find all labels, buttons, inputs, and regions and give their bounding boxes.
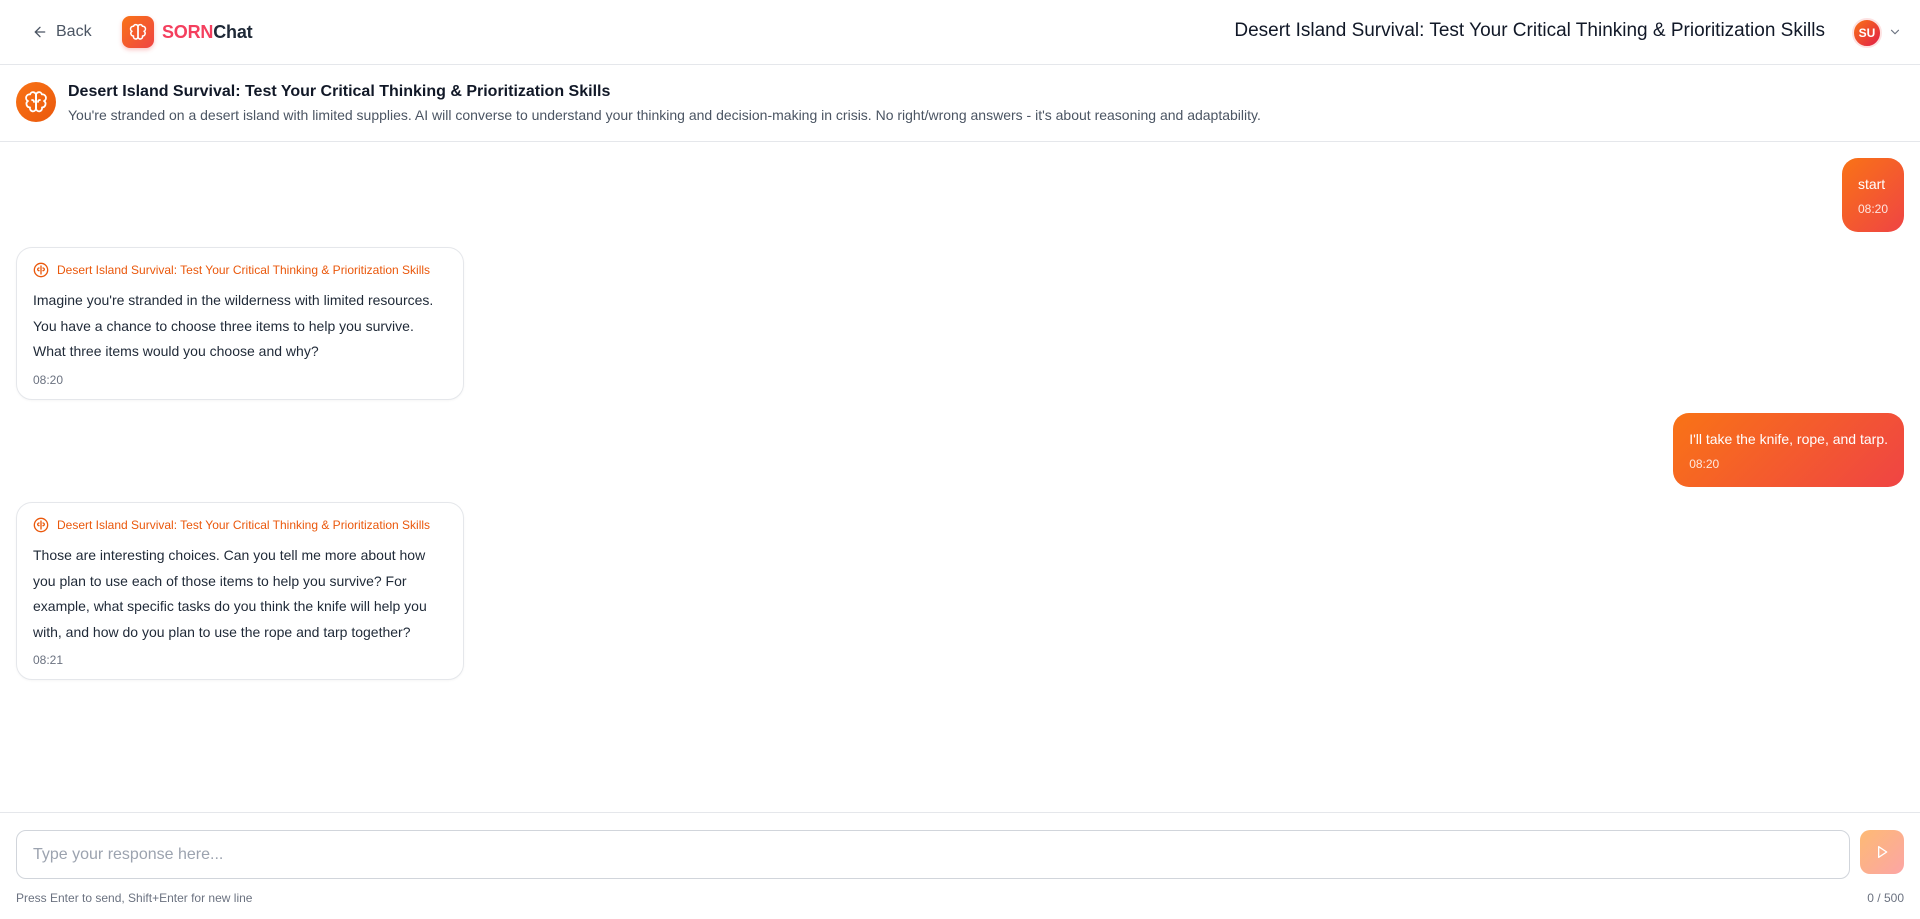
message-text: I'll take the knife, rope, and tarp. — [1689, 431, 1888, 447]
message-time: 08:21 — [33, 653, 64, 667]
message-text: start — [1857, 176, 1886, 192]
assistant-message: Desert Island Survival: Test Your Critic… — [16, 502, 464, 680]
user-message: start 08:20 — [1841, 158, 1904, 232]
user-message: I'll take the knife, rope, and tarp. 08:… — [1673, 413, 1904, 487]
assistant-sender: Desert Island Survival: Test Your Critic… — [33, 262, 447, 278]
scenario-title: Desert Island Survival: Test Your Critic… — [68, 83, 611, 100]
composer: Press Enter to send, Shift+Enter for new… — [0, 812, 1920, 919]
message-list: start 08:20 Desert Island Survival: Test… — [0, 142, 1920, 812]
brain-icon — [33, 262, 49, 278]
message-time: 08:20 — [1689, 457, 1720, 471]
message-text: Imagine you're stranded in the wildernes… — [33, 292, 434, 359]
message-time: 08:20 — [33, 372, 64, 387]
brand-name: SORNChat — [162, 21, 253, 43]
user-avatar[interactable]: SU — [1852, 18, 1882, 48]
message-time: 08:20 — [1857, 202, 1888, 216]
top-bar: Back SORNChat Desert Island Survival: Te… — [0, 0, 1920, 65]
composer-hint: Press Enter to send, Shift+Enter for new… — [16, 891, 253, 905]
chevron-down-icon[interactable] — [1888, 25, 1902, 39]
assistant-sender: Desert Island Survival: Test Your Critic… — [33, 517, 447, 533]
brand-name-part1: SORN — [162, 21, 214, 42]
back-label: Back — [56, 23, 92, 40]
send-icon — [1878, 846, 1888, 858]
brain-icon — [33, 517, 49, 533]
scenario-description: You're stranded on a desert island with … — [68, 107, 1261, 123]
assistant-message: Desert Island Survival: Test Your Critic… — [16, 247, 464, 400]
send-button[interactable] — [1860, 830, 1904, 874]
message-text: Those are interesting choices. Can you t… — [33, 547, 427, 640]
assistant-sender-name: Desert Island Survival: Test Your Critic… — [57, 518, 431, 532]
character-counter: 0 / 500 — [1867, 891, 1904, 905]
brain-icon — [16, 82, 56, 122]
brain-logo-icon — [122, 16, 154, 48]
brand[interactable]: SORNChat — [122, 16, 253, 48]
arrow-left-icon — [34, 26, 46, 38]
assistant-sender-name: Desert Island Survival: Test Your Critic… — [57, 263, 431, 277]
response-input[interactable] — [16, 830, 1850, 879]
brand-name-part2: Chat — [213, 21, 253, 42]
chat-header: Desert Island Survival: Test Your Critic… — [0, 65, 1920, 142]
back-button[interactable]: Back — [32, 20, 92, 44]
conversation-title: Desert Island Survival: Test Your Critic… — [1234, 20, 1825, 41]
